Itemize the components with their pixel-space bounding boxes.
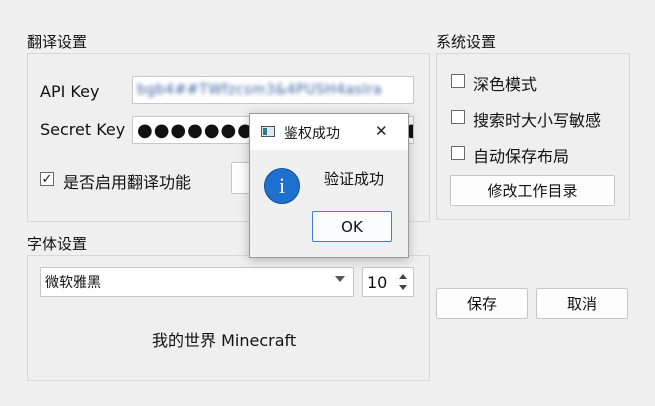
save-button[interactable]: 保存 xyxy=(436,288,528,319)
ok-button[interactable]: OK xyxy=(312,211,392,242)
api-key-value: bgb4##TWfzcsm3&4PUSH4aslra xyxy=(137,82,383,98)
close-icon[interactable]: ✕ xyxy=(375,122,388,140)
dark-mode-label: 深色模式 xyxy=(473,75,538,94)
enable-translate-label: 是否启用翻译功能 xyxy=(63,173,192,192)
autosave-layout-label: 自动保存布局 xyxy=(473,147,570,166)
check-icon: ✓ xyxy=(41,171,53,187)
change-workdir-button[interactable]: 修改工作目录 xyxy=(450,175,615,206)
dialog-message: 验证成功 xyxy=(324,170,385,188)
font-size-spinbox[interactable]: 10 xyxy=(362,267,414,297)
autosave-layout-checkbox[interactable] xyxy=(451,146,465,160)
font-settings-title: 字体设置 xyxy=(27,235,88,253)
enable-translate-checkbox[interactable]: ✓ xyxy=(40,172,54,186)
spin-down-icon[interactable] xyxy=(399,285,407,290)
cancel-button[interactable]: 取消 xyxy=(536,288,628,319)
system-settings-title: 系统设置 xyxy=(436,33,497,51)
spin-up-icon[interactable] xyxy=(399,274,407,279)
auth-success-dialog: 鉴权成功 ✕ i 验证成功 OK xyxy=(249,113,409,258)
font-family-select[interactable]: 微软雅黑 xyxy=(40,267,354,297)
font-family-value: 微软雅黑 xyxy=(45,275,101,291)
translate-settings-title: 翻译设置 xyxy=(27,33,88,51)
font-preview-text: 我的世界 Minecraft xyxy=(152,331,297,350)
info-icon: i xyxy=(264,168,300,204)
case-sensitive-checkbox[interactable] xyxy=(451,110,465,124)
dialog-titlebar: 鉴权成功 ✕ xyxy=(250,114,408,150)
dark-mode-checkbox[interactable] xyxy=(451,74,465,88)
api-key-input[interactable]: bgb4##TWfzcsm3&4PUSH4aslra xyxy=(132,76,414,104)
secret-key-label: Secret Key xyxy=(40,120,126,139)
window-icon xyxy=(261,126,275,137)
dialog-title: 鉴权成功 xyxy=(284,126,340,142)
chevron-down-icon xyxy=(335,276,345,282)
case-sensitive-label: 搜索时大小写敏感 xyxy=(473,111,602,130)
font-size-value: 10 xyxy=(367,272,388,292)
api-key-label: API Key xyxy=(40,82,100,101)
